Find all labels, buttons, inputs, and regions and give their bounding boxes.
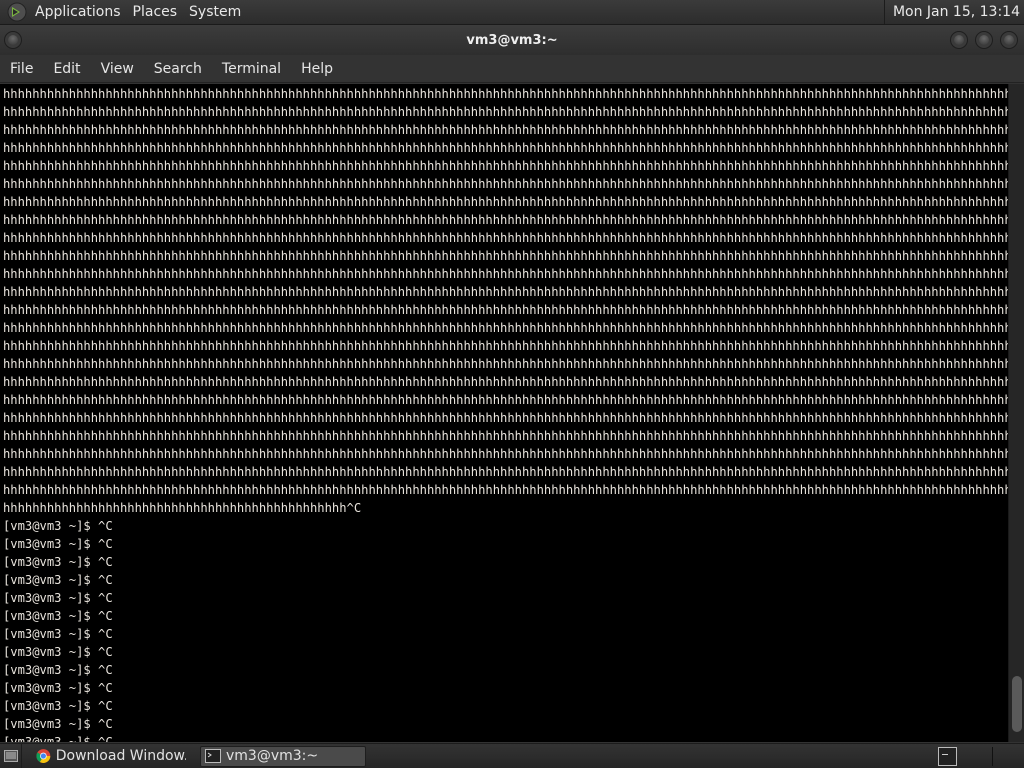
- mate-logo-icon[interactable]: [7, 2, 27, 22]
- search-menu[interactable]: Search: [144, 55, 212, 82]
- bottom-panel: Download Window... vm3@vm3:~: [0, 743, 1024, 768]
- terminal-line: hhhhhhhhhhhhhhhhhhhhhhhhhhhhhhhhhhhhhhhh…: [3, 285, 1008, 299]
- menu-bar: File Edit View Search Terminal Help: [0, 55, 1024, 83]
- terminal-line: hhhhhhhhhhhhhhhhhhhhhhhhhhhhhhhhhhhhhhhh…: [3, 375, 1008, 389]
- terminal-window: vm3@vm3:~ File Edit View Search Terminal…: [0, 25, 1024, 743]
- clock[interactable]: Mon Jan 15, 13:14: [883, 0, 1024, 24]
- chrome-icon: [36, 749, 51, 763]
- terminal-line: hhhhhhhhhhhhhhhhhhhhhhhhhhhhhhhhhhhhhhhh…: [3, 321, 1008, 335]
- terminal-line: hhhhhhhhhhhhhhhhhhhhhhhhhhhhhhhhhhhhhhhh…: [3, 303, 1008, 317]
- terminal-line: hhhhhhhhhhhhhhhhhhhhhhhhhhhhhhhhhhhhhhhh…: [3, 87, 1008, 101]
- help-menu[interactable]: Help: [291, 55, 343, 82]
- minimize-button[interactable]: [950, 31, 968, 49]
- scrollbar-thumb[interactable]: [1012, 676, 1022, 732]
- terminal-line: hhhhhhhhhhhhhhhhhhhhhhhhhhhhhhhhhhhhhhhh…: [3, 501, 362, 515]
- file-menu[interactable]: File: [0, 55, 43, 82]
- terminal-line: [vm3@vm3 ~]$ ^C: [3, 591, 113, 605]
- terminal-line: hhhhhhhhhhhhhhhhhhhhhhhhhhhhhhhhhhhhhhhh…: [3, 465, 1008, 479]
- terminal-line: hhhhhhhhhhhhhhhhhhhhhhhhhhhhhhhhhhhhhhhh…: [3, 339, 1008, 353]
- terminal-line: [vm3@vm3 ~]$ ^C: [3, 663, 113, 677]
- terminal-line: hhhhhhhhhhhhhhhhhhhhhhhhhhhhhhhhhhhhhhhh…: [3, 159, 1008, 173]
- edit-menu[interactable]: Edit: [43, 55, 90, 82]
- terminal-line: [vm3@vm3 ~]$ ^C: [3, 627, 113, 641]
- terminal-line: hhhhhhhhhhhhhhhhhhhhhhhhhhhhhhhhhhhhhhhh…: [3, 249, 1008, 263]
- terminal-line: [vm3@vm3 ~]$ ^C: [3, 573, 113, 587]
- terminal-line: [vm3@vm3 ~]$ ^C: [3, 717, 113, 731]
- taskbar-item-browser[interactable]: Download Window...: [32, 746, 192, 767]
- terminal-line: [vm3@vm3 ~]$ ^C: [3, 537, 113, 551]
- tray-terminal-icon[interactable]: [938, 747, 957, 766]
- terminal-line: hhhhhhhhhhhhhhhhhhhhhhhhhhhhhhhhhhhhhhhh…: [3, 231, 1008, 245]
- places-menu[interactable]: Places: [127, 0, 184, 24]
- terminal-line: [vm3@vm3 ~]$ ^C: [3, 519, 113, 533]
- window-titlebar[interactable]: vm3@vm3:~: [0, 25, 1024, 55]
- tray-divider: [992, 747, 993, 766]
- terminal-area[interactable]: hhhhhhhhhhhhhhhhhhhhhhhhhhhhhhhhhhhhhhhh…: [0, 84, 1008, 742]
- taskbar-item-label: Download Window...: [55, 748, 186, 764]
- close-button[interactable]: [1000, 31, 1018, 49]
- terminal-line: hhhhhhhhhhhhhhhhhhhhhhhhhhhhhhhhhhhhhhhh…: [3, 105, 1008, 119]
- panel-menu-bar: Applications Places System: [29, 0, 247, 24]
- terminal-line: hhhhhhhhhhhhhhhhhhhhhhhhhhhhhhhhhhhhhhhh…: [3, 429, 1008, 443]
- terminal-line: hhhhhhhhhhhhhhhhhhhhhhhhhhhhhhhhhhhhhhhh…: [3, 483, 1008, 497]
- window-title: vm3@vm3:~: [466, 32, 558, 48]
- window-menu-button[interactable]: [4, 31, 22, 49]
- terminal-line: [vm3@vm3 ~]$ ^C: [3, 699, 113, 713]
- terminal-line: [vm3@vm3 ~]$ ^C: [3, 555, 113, 569]
- terminal-icon: [205, 749, 221, 763]
- maximize-button[interactable]: [975, 31, 993, 49]
- terminal-line: hhhhhhhhhhhhhhhhhhhhhhhhhhhhhhhhhhhhhhhh…: [3, 393, 1008, 407]
- system-menu[interactable]: System: [183, 0, 247, 24]
- terminal-line: hhhhhhhhhhhhhhhhhhhhhhhhhhhhhhhhhhhhhhhh…: [3, 411, 1008, 425]
- show-desktop-button[interactable]: [0, 744, 22, 768]
- view-menu[interactable]: View: [91, 55, 144, 82]
- terminal-line: [vm3@vm3 ~]$ ^C: [3, 645, 113, 659]
- terminal-output: hhhhhhhhhhhhhhhhhhhhhhhhhhhhhhhhhhhhhhhh…: [0, 84, 1008, 742]
- show-desktop-icon: [3, 750, 18, 762]
- top-panel: Applications Places System Mon Jan 15, 1…: [0, 0, 1024, 25]
- terminal-line: hhhhhhhhhhhhhhhhhhhhhhhhhhhhhhhhhhhhhhhh…: [3, 447, 1008, 461]
- terminal-line: [vm3@vm3 ~]$ ^C: [3, 735, 113, 742]
- taskbar-item-terminal[interactable]: vm3@vm3:~: [200, 745, 366, 767]
- terminal-line: hhhhhhhhhhhhhhhhhhhhhhhhhhhhhhhhhhhhhhhh…: [3, 195, 1008, 209]
- terminal-scrollbar[interactable]: [1008, 84, 1024, 742]
- terminal-line: hhhhhhhhhhhhhhhhhhhhhhhhhhhhhhhhhhhhhhhh…: [3, 177, 1008, 191]
- taskbar-item-label: vm3@vm3:~: [226, 748, 319, 764]
- terminal-line: hhhhhhhhhhhhhhhhhhhhhhhhhhhhhhhhhhhhhhhh…: [3, 357, 1008, 371]
- terminal-line: hhhhhhhhhhhhhhhhhhhhhhhhhhhhhhhhhhhhhhhh…: [3, 141, 1008, 155]
- terminal-line: [vm3@vm3 ~]$ ^C: [3, 609, 113, 623]
- terminal-line: hhhhhhhhhhhhhhhhhhhhhhhhhhhhhhhhhhhhhhhh…: [3, 123, 1008, 137]
- terminal-line: hhhhhhhhhhhhhhhhhhhhhhhhhhhhhhhhhhhhhhhh…: [3, 267, 1008, 281]
- terminal-line: hhhhhhhhhhhhhhhhhhhhhhhhhhhhhhhhhhhhhhhh…: [3, 213, 1008, 227]
- applications-menu[interactable]: Applications: [29, 0, 127, 24]
- terminal-menu[interactable]: Terminal: [212, 55, 291, 82]
- terminal-line: [vm3@vm3 ~]$ ^C: [3, 681, 113, 695]
